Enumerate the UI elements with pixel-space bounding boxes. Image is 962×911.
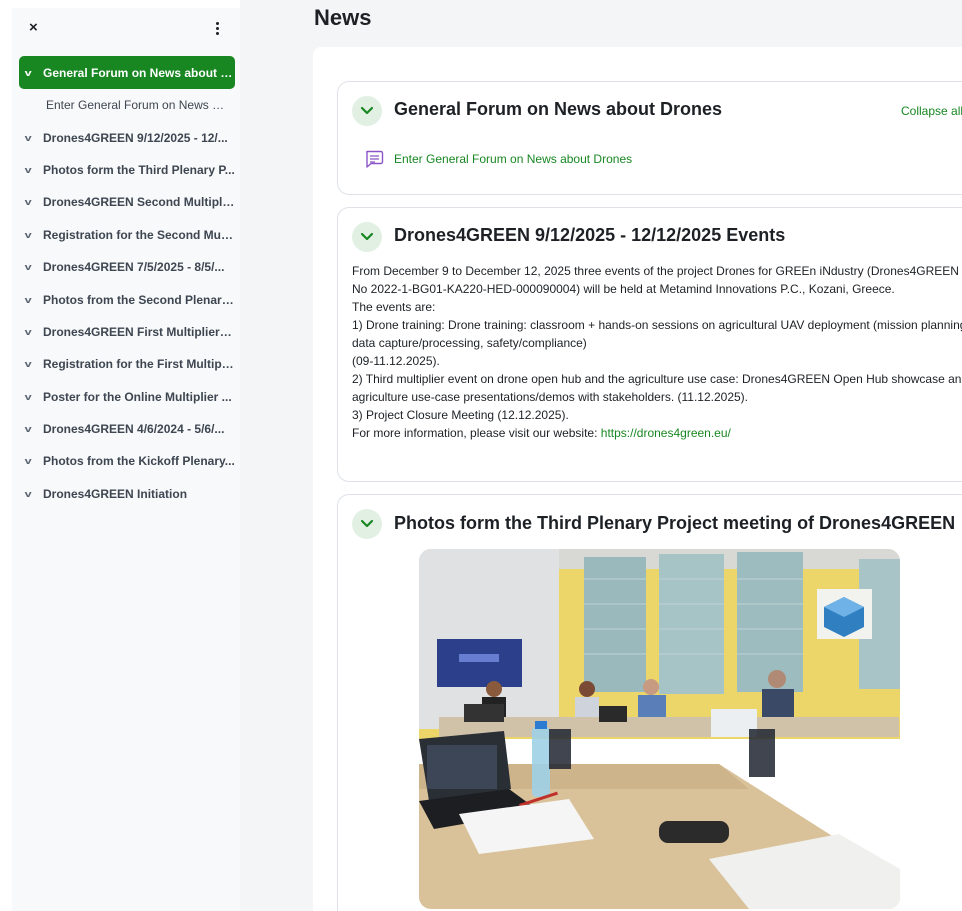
summary-line: data capture/processing, safety/complian… [352, 336, 587, 350]
chevron-down-icon: v [24, 456, 32, 467]
summary-line: 3) Project Closure Meeting (12.12.2025). [352, 408, 569, 422]
course-index-section[interactable]: v Drones4GREEN Initiation [19, 478, 235, 510]
chevron-down-icon: v [24, 197, 32, 208]
summary-line: (09-11.12.2025). [352, 354, 440, 368]
chevron-down-icon: v [24, 424, 32, 435]
course-index-section[interactable]: v Drones4GREEN 7/5/2025 - 8/5/... [19, 251, 235, 283]
course-section: Drones4GREEN 9/12/2025 - 12/12/2025 Even… [337, 207, 962, 482]
chevron-down-icon: v [24, 294, 32, 305]
summary-line: 2) Third multiplier event on drone open … [352, 372, 962, 386]
forum-icon [366, 150, 384, 168]
course-index-section[interactable]: v Registration for the Second Mult... [19, 219, 235, 251]
meeting-photo [419, 549, 900, 909]
course-section: General Forum on News about Drones Colla… [337, 81, 962, 195]
course-index-section[interactable]: v Drones4GREEN First Multiplier E... [19, 316, 235, 348]
close-icon[interactable]: × [29, 19, 38, 36]
course-index-section[interactable]: v Drones4GREEN 9/12/2025 - 12/... [19, 121, 235, 153]
course-index-section[interactable]: v Photos form the Third Plenary P... [19, 154, 235, 186]
course-index-section[interactable]: v General Forum on News about D... [19, 56, 235, 89]
course-section: Photos form the Third Plenary Project me… [337, 494, 962, 911]
chevron-down-icon: v [24, 67, 32, 78]
course-index-section[interactable]: v Registration for the First Multipli... [19, 348, 235, 380]
chevron-down-icon [360, 232, 374, 241]
section-title[interactable]: Photos form the Third Plenary Project me… [394, 513, 955, 534]
summary-line: For more information, please visit our w… [352, 424, 962, 442]
chevron-down-icon: v [24, 132, 32, 143]
chevron-down-icon: v [24, 488, 32, 499]
more-info-text: For more information, please visit our w… [352, 426, 601, 440]
course-index: v General Forum on News about D... Enter … [19, 56, 235, 510]
course-index-drawer: × v General Forum on News about D... Ente… [12, 8, 240, 911]
more-options-icon[interactable] [212, 18, 222, 38]
summary-line: The events are: [352, 300, 436, 314]
chevron-down-icon [360, 519, 374, 528]
chevron-down-icon [360, 106, 374, 115]
section-toggle[interactable] [352, 96, 382, 126]
summary-line: agriculture use-case presentations/demos… [352, 390, 748, 404]
course-index-section[interactable]: v Poster for the Online Multiplier ... [19, 381, 235, 413]
forum-activity-label: Enter General Forum on News about Drones [394, 152, 633, 166]
course-index-section[interactable]: v Photos from the Kickoff Plenary... [19, 445, 235, 477]
chevron-down-icon: v [24, 326, 32, 337]
section-title[interactable]: General Forum on News about Drones [394, 99, 722, 120]
website-link[interactable]: https://drones4green.eu/ [601, 426, 731, 440]
section-summary: From December 9 to December 12, 2025 thr… [352, 262, 962, 442]
course-index-section[interactable]: v Drones4GREEN 4/6/2024 - 5/6/... [19, 413, 235, 445]
meeting-photo-illustration [419, 549, 900, 909]
section-toggle[interactable] [352, 222, 382, 252]
chevron-down-icon: v [24, 391, 32, 402]
page-title: News [314, 5, 372, 30]
section-title[interactable]: Drones4GREEN 9/12/2025 - 12/12/2025 Even… [394, 225, 785, 246]
course-index-activity[interactable]: Enter General Forum on News a... [19, 89, 235, 121]
collapse-all-link[interactable]: Collapse all [901, 104, 962, 118]
chevron-down-icon: v [24, 164, 32, 175]
summary-line: From December 9 to December 12, 2025 thr… [352, 264, 962, 278]
chevron-down-icon: v [24, 359, 32, 370]
summary-line: No 2022-1-BG01-KA220-HED-000090004) will… [352, 282, 895, 296]
summary-line: 1) Drone training: Drone training: class… [352, 318, 962, 332]
drawer-header: × [12, 8, 240, 48]
section-toggle[interactable] [352, 509, 382, 539]
course-index-section[interactable]: v Drones4GREEN Second Multipli... [19, 186, 235, 218]
forum-activity-link[interactable]: Enter General Forum on News about Drones [364, 149, 632, 169]
course-index-section[interactable]: v Photos from the Second Plenary... [19, 283, 235, 315]
chevron-down-icon: v [24, 262, 32, 273]
chevron-down-icon: v [24, 229, 32, 240]
